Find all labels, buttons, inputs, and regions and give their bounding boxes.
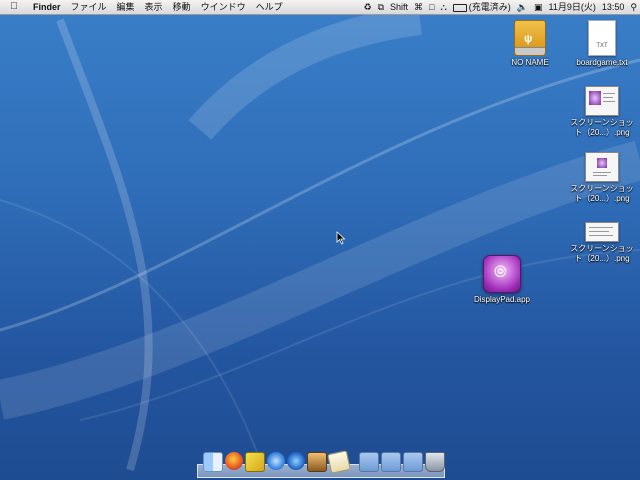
wifi-icon[interactable]: ⛬ xyxy=(437,0,449,14)
usb-drive-icon: ψ xyxy=(514,20,546,56)
desktop-icon-screenshot-1[interactable]: スクリーンショッ ト（20...）.png xyxy=(565,86,639,138)
downloads-folder-icon[interactable] xyxy=(403,452,423,472)
battery-icon xyxy=(452,3,467,12)
itunes-icon[interactable] xyxy=(287,452,305,470)
screenshot-thumbnail-icon xyxy=(585,152,619,182)
displaypad-app-icon: ⦾ xyxy=(483,255,521,293)
dock xyxy=(197,450,445,478)
trash-icon[interactable] xyxy=(425,452,445,472)
menu-extras: ♻ ⧉ Shift ⌘ □ ⛬ (充電済み) 🔈 ▣ 11月9日(火) 13:5… xyxy=(361,0,640,14)
menu-edit[interactable]: 編集 xyxy=(112,0,140,14)
screenshot-2-label: スクリーンショッ ト（20...）.png xyxy=(570,184,634,203)
menu-bar:  Finder ファイル 編集 表示 移動 ウインドウ ヘルプ ♻ ⧉ Shi… xyxy=(0,0,640,15)
menu-go[interactable]: 移動 xyxy=(168,0,196,14)
apple-menu-icon[interactable]:  xyxy=(0,0,28,14)
mail-icon[interactable] xyxy=(245,452,265,472)
folder-icon[interactable] xyxy=(359,452,379,472)
text-document-icon: TXT xyxy=(588,20,616,56)
desktop-icon-screenshot-2[interactable]: スクリーンショッ ト（20...）.png xyxy=(565,152,639,204)
firefox-icon[interactable] xyxy=(225,452,243,470)
display-icon[interactable]: □ xyxy=(426,0,437,14)
screenshot-3-label: スクリーンショッ ト（20...）.png xyxy=(570,244,634,263)
desktop-icon-drive[interactable]: ψ NO NAME xyxy=(493,20,567,68)
app-menu-finder[interactable]: Finder xyxy=(28,0,66,14)
menu-help[interactable]: ヘルプ xyxy=(251,0,288,14)
textedit-icon[interactable] xyxy=(327,450,351,474)
iphoto-icon[interactable] xyxy=(307,452,327,472)
shift-indicator[interactable]: Shift xyxy=(387,0,411,14)
battery-label: (充電済み) xyxy=(468,2,511,12)
textfile-label: boardgame.txt xyxy=(576,58,628,67)
drive-label: NO NAME xyxy=(511,58,549,67)
mouse-cursor-icon xyxy=(336,231,346,245)
menu-clock[interactable]: 13:50 xyxy=(599,0,628,14)
app-label: DisplayPad.app xyxy=(473,295,531,304)
desktop-wallpaper xyxy=(0,5,640,472)
desktop-icon-screenshot-3[interactable]: スクリーンショッ ト（20...）.png xyxy=(565,222,639,264)
txt-badge: TXT xyxy=(596,43,608,49)
keyboard-icon[interactable]: ⌘ xyxy=(411,0,426,14)
spotlight-icon[interactable]: ⚲ xyxy=(627,0,640,14)
input-method-icon[interactable]: ▣ xyxy=(531,0,546,14)
finder-icon[interactable] xyxy=(203,452,223,472)
screenshot-thumbnail-icon xyxy=(585,86,619,116)
menu-window[interactable]: ウインドウ xyxy=(196,0,251,14)
desktop-icon-app[interactable]: ⦾ DisplayPad.app xyxy=(465,255,539,305)
menu-file[interactable]: ファイル xyxy=(66,0,112,14)
desktop-icon-textfile[interactable]: TXT boardgame.txt xyxy=(565,20,639,68)
battery-status[interactable]: (充電済み) xyxy=(450,0,514,14)
menu-view[interactable]: 表示 xyxy=(140,0,168,14)
spaces-icon[interactable]: ⧉ xyxy=(375,0,387,14)
volume-icon[interactable]: 🔈 xyxy=(514,0,531,14)
menu-date[interactable]: 11月9日(火) xyxy=(546,0,599,14)
applications-folder-icon[interactable] xyxy=(381,452,401,472)
screenshot-1-label: スクリーンショッ ト（20...）.png xyxy=(570,118,634,137)
safari-icon[interactable] xyxy=(267,452,285,470)
sync-status-icon[interactable]: ♻ xyxy=(361,0,375,14)
screenshot-thumbnail-icon xyxy=(585,222,619,242)
